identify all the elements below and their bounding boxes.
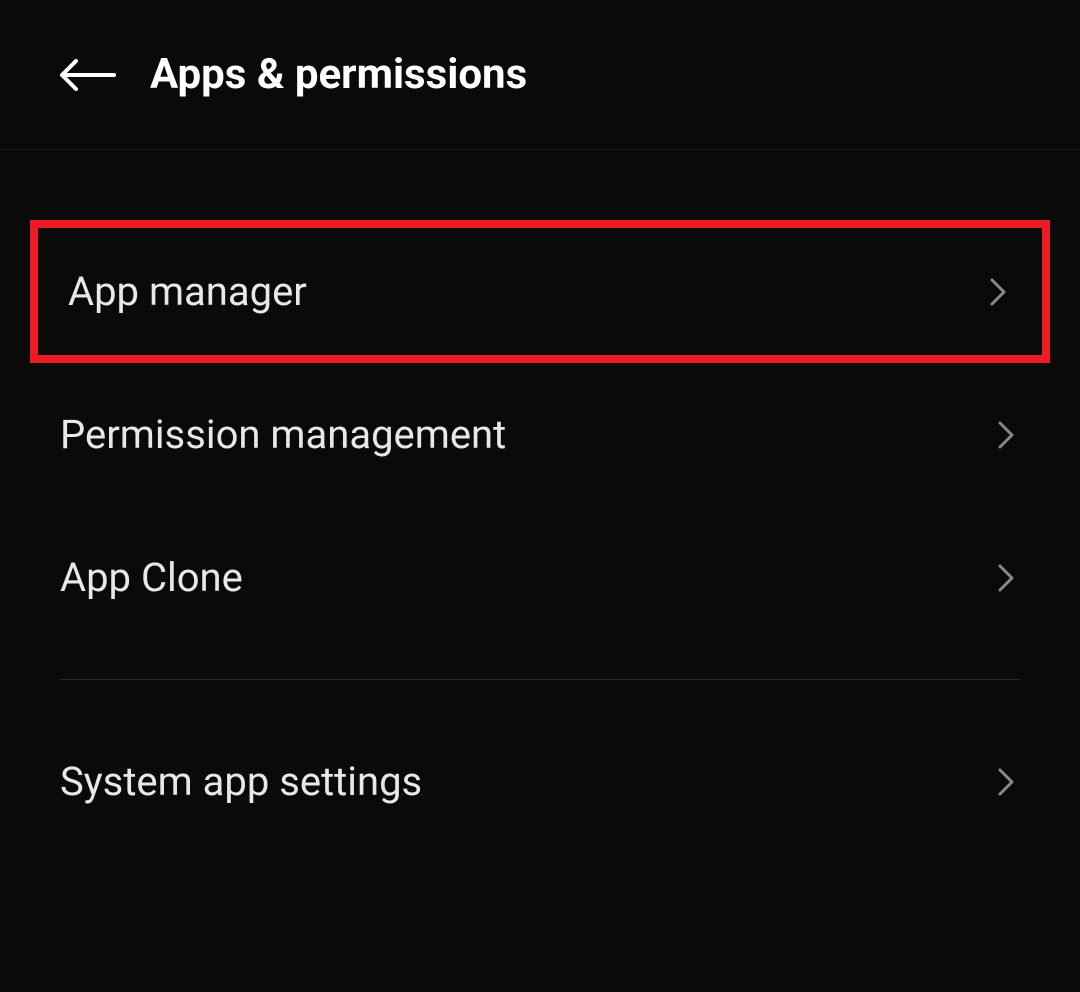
chevron-right-icon <box>992 421 1020 449</box>
list-item-system-app-settings[interactable]: System app settings <box>0 710 1080 853</box>
list-item-app-manager[interactable]: App manager <box>30 220 1050 363</box>
back-button[interactable] <box>60 55 120 95</box>
divider <box>60 679 1020 680</box>
chevron-right-icon <box>992 564 1020 592</box>
header: Apps & permissions <box>0 0 1080 150</box>
list-item-label: Permission management <box>60 411 506 458</box>
chevron-right-icon <box>992 768 1020 796</box>
list-item-permission-management[interactable]: Permission management <box>0 363 1080 506</box>
content-area: App manager Permission management App Cl… <box>0 150 1080 853</box>
chevron-right-icon <box>984 278 1012 306</box>
list-item-label: App manager <box>68 268 307 315</box>
list-item-app-clone[interactable]: App Clone <box>0 506 1080 649</box>
list-item-label: System app settings <box>60 758 422 805</box>
page-title: Apps & permissions <box>150 50 527 99</box>
list-item-label: App Clone <box>60 554 243 601</box>
arrow-left-icon <box>60 59 116 91</box>
